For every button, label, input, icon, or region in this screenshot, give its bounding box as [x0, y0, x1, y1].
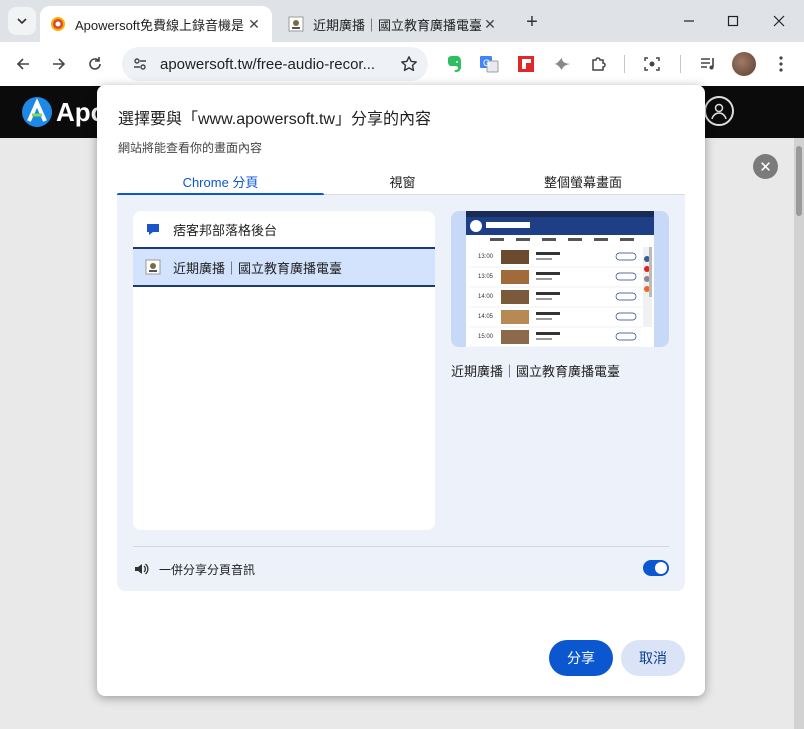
- share-audio-row: 一併分享分頁音訊: [133, 556, 669, 582]
- puzzle-extensions-icon[interactable]: [588, 53, 610, 75]
- tab-ner[interactable]: 近期廣播｜國立教育廣播電臺 ✕: [278, 6, 508, 42]
- preview-program-title: [536, 292, 560, 295]
- preview-program-sub: [536, 318, 552, 320]
- apowersoft-favicon-icon: [51, 17, 65, 31]
- panel-divider: [133, 546, 669, 547]
- share-audio-toggle[interactable]: [643, 560, 669, 576]
- toolbar-divider: [624, 55, 625, 73]
- chevron-down-icon: [17, 18, 27, 25]
- scrollbar-thumb[interactable]: [796, 146, 802, 216]
- share-button[interactable]: 分享: [549, 640, 613, 676]
- address-bar[interactable]: apowersoft.tw/free-audio-recor...: [122, 47, 428, 81]
- list-item-label: 近期廣播｜國立教育廣播電臺: [173, 260, 343, 276]
- minimize-icon: [684, 20, 694, 22]
- preview-program-sub: [536, 258, 552, 260]
- forward-button[interactable]: [45, 50, 73, 78]
- url-text[interactable]: apowersoft.tw/free-audio-recor...: [160, 56, 400, 73]
- close-window-button[interactable]: [766, 8, 792, 34]
- preview-program-title: [536, 332, 560, 335]
- reload-icon: [89, 57, 101, 70]
- menu-kebab-icon[interactable]: [770, 53, 792, 75]
- close-tab-icon[interactable]: ✕: [482, 16, 498, 32]
- dialog-title: 選擇要與「www.apowersoft.tw」分享的內容: [118, 111, 431, 128]
- share-panel: 痞客邦部落格後台 近期廣播｜國立教育廣播電臺 13:00 13:05 14:00…: [117, 195, 685, 591]
- maximize-icon: [727, 15, 739, 27]
- preview-listen-button: [615, 332, 637, 341]
- preview-program-sub: [536, 298, 552, 300]
- preview-thumbnail: [501, 270, 529, 284]
- preview-listen-button: [615, 312, 637, 321]
- arrow-left-icon: [16, 58, 29, 70]
- preview-listen-button: [615, 252, 637, 261]
- arrow-right-icon: [53, 58, 66, 70]
- dialog-subtitle: 網站將能查看你的畫面內容: [118, 141, 263, 155]
- preview-program-title: [536, 312, 560, 315]
- list-item-pixnet[interactable]: 痞客邦部落格後台: [133, 211, 435, 249]
- preview-thumbnail: [501, 330, 529, 344]
- close-icon: [773, 15, 785, 27]
- preview-time-label: 14:05: [478, 314, 494, 320]
- media-control-icon[interactable]: [697, 53, 719, 75]
- toggle-knob: [655, 562, 667, 574]
- preview-thumbnail: [501, 290, 529, 304]
- minimize-button[interactable]: [676, 8, 702, 34]
- tab-apowersoft[interactable]: Apowersoft免費線上錄音機是 ✕: [40, 6, 272, 42]
- tab-chrome-tabs[interactable]: Chrome 分頁: [117, 167, 324, 196]
- pixnet-favicon-icon: [147, 224, 159, 235]
- tab-search-button[interactable]: [8, 7, 36, 35]
- title-bar: Apowersoft免費線上錄音機是 ✕ 近期廣播｜國立教育廣播電臺 ✕ +: [0, 0, 804, 42]
- preview-time-label: 13:05: [478, 274, 494, 280]
- preview-schedule: 13:00 13:05 14:00 14:05 15:00: [470, 250, 642, 347]
- preview-program-title: [536, 252, 560, 255]
- list-item-ner[interactable]: 近期廣播｜國立教育廣播電臺: [133, 249, 435, 287]
- tab-title: 近期廣播｜國立教育廣播電臺: [313, 17, 482, 33]
- ner-favicon-icon: [145, 259, 161, 275]
- preview-time-label: 13:00: [478, 254, 494, 260]
- cancel-button[interactable]: 取消: [621, 640, 685, 676]
- svg-text:G: G: [483, 58, 490, 68]
- tab-preview: 13:00 13:05 14:00 14:05 15:00: [451, 211, 669, 347]
- site-user-icon[interactable]: [704, 96, 734, 126]
- tab-window[interactable]: 視窗: [324, 167, 481, 195]
- flipboard-extension-icon[interactable]: [515, 53, 537, 75]
- translate-extension-icon[interactable]: G: [478, 53, 500, 75]
- evernote-extension-icon[interactable]: [443, 53, 465, 75]
- maximize-button[interactable]: [720, 8, 746, 34]
- tab-list: 痞客邦部落格後台 近期廣播｜國立教育廣播電臺: [133, 211, 435, 530]
- preview-caption: 近期廣播｜國立教育廣播電臺: [451, 364, 621, 379]
- preview-thumbnail: [501, 310, 529, 324]
- tab-title: Apowersoft免費線上錄音機是: [75, 17, 245, 33]
- preview-listen-button: [615, 272, 637, 281]
- list-item-label: 痞客邦部落格後台: [173, 222, 278, 238]
- preview-time-label: 14:00: [478, 294, 494, 300]
- apowersoft-logo-icon: [22, 97, 52, 127]
- browser-toolbar: apowersoft.tw/free-audio-recor... G: [0, 42, 804, 86]
- preview-program-sub: [536, 338, 552, 340]
- tab-entire-screen[interactable]: 整個螢幕畫面: [481, 167, 685, 195]
- preview-listen-button: [615, 292, 637, 301]
- toolbar-divider: [680, 55, 681, 73]
- site-settings-icon[interactable]: [132, 56, 148, 72]
- page-scrollbar[interactable]: [794, 138, 804, 729]
- ner-favicon-icon: [288, 16, 304, 32]
- preview-time-label: 15:00: [478, 334, 494, 340]
- close-tab-icon[interactable]: ✕: [246, 16, 262, 32]
- bird-extension-icon[interactable]: [551, 53, 573, 75]
- overlay-close-button[interactable]: ✕: [753, 154, 778, 179]
- new-tab-button[interactable]: +: [520, 10, 544, 34]
- preview-program-title: [536, 272, 560, 275]
- site-logo[interactable]: Apo: [20, 94, 107, 130]
- share-audio-label: 一併分享分頁音訊: [159, 562, 256, 577]
- share-source-tabs: Chrome 分頁 視窗 整個螢幕畫面: [117, 167, 685, 196]
- preview-thumbnail: [501, 250, 529, 264]
- back-button[interactable]: [9, 50, 37, 78]
- reload-button[interactable]: [81, 50, 109, 78]
- preview-screenshot: 13:00 13:05 14:00 14:05 15:00: [466, 211, 654, 347]
- screen-capture-icon[interactable]: [641, 53, 663, 75]
- speaker-icon: [135, 563, 149, 575]
- profile-avatar[interactable]: [732, 52, 756, 76]
- screen-share-dialog: 選擇要與「www.apowersoft.tw」分享的內容 網站將能查看你的畫面內…: [97, 85, 705, 696]
- preview-program-sub: [536, 278, 552, 280]
- bookmark-star-icon[interactable]: [400, 55, 418, 73]
